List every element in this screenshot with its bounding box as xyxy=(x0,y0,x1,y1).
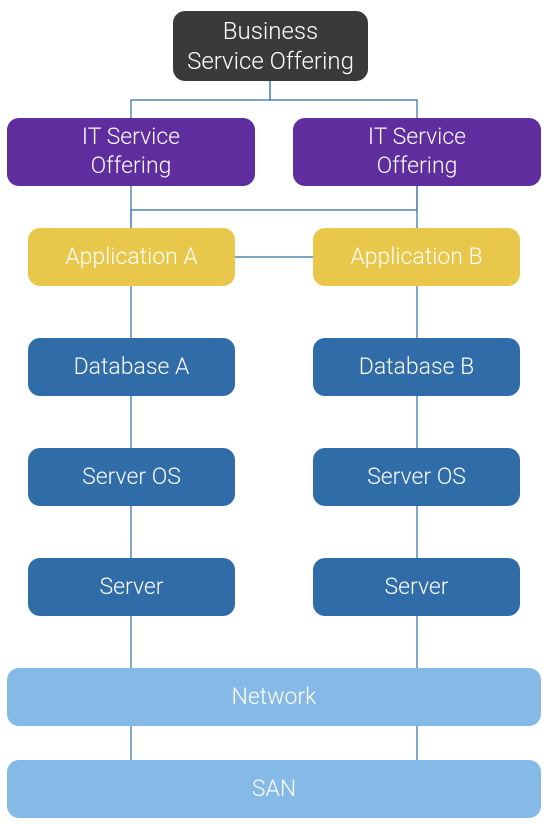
node-application-b: Application B xyxy=(313,228,520,286)
node-server-a: Server xyxy=(28,558,235,616)
node-network: Network xyxy=(7,668,541,726)
node-business-service-offering: Business Service Offering xyxy=(173,11,368,81)
node-database-b: Database B xyxy=(313,338,520,396)
node-database-a: Database A xyxy=(28,338,235,396)
node-server-os-a: Server OS xyxy=(28,448,235,506)
node-it-service-offering-left: IT Service Offering xyxy=(7,118,255,186)
node-application-a: Application A xyxy=(28,228,235,286)
node-server-os-b: Server OS xyxy=(313,448,520,506)
node-san: SAN xyxy=(7,760,541,818)
node-it-service-offering-right: IT Service Offering xyxy=(293,118,541,186)
node-server-b: Server xyxy=(313,558,520,616)
